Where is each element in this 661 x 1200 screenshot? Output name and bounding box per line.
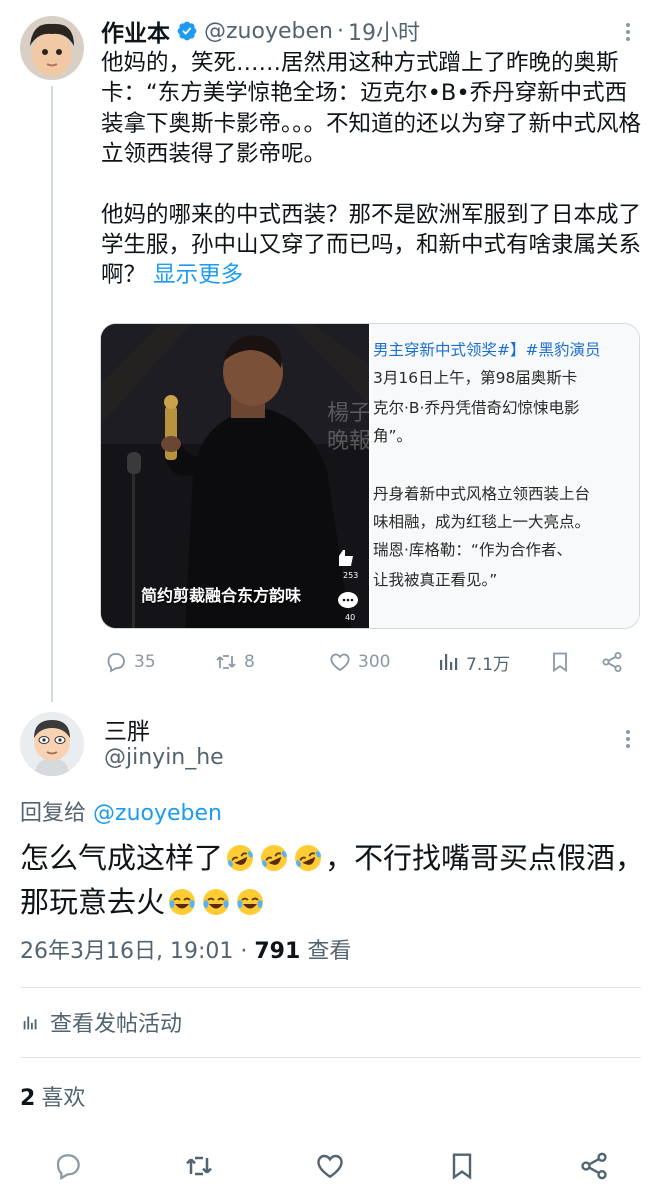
article-line: 男主穿新中式领奖#】#黑豹演员: [373, 341, 601, 359]
view-post-activity-label: 查看发帖活动: [50, 1012, 183, 1037]
photo-caption: 简约剪裁融合东方韵味: [141, 586, 302, 605]
more-icon[interactable]: [618, 727, 638, 751]
replying-to: 回复给 @zuoyeben: [20, 795, 222, 827]
likes-total: 2: [20, 1086, 36, 1111]
face-with-tears-of-joy-icon: [169, 889, 196, 915]
reply-icon: [107, 653, 125, 673]
bookmark-button[interactable]: [548, 648, 572, 676]
view-post-activity-button[interactable]: 查看发帖活动: [20, 1007, 182, 1037]
more-icon[interactable]: [618, 20, 638, 44]
reply-view-count: 791: [254, 939, 301, 964]
parent-text-paragraph-1: 他妈的，笑死……居然用这种方式蹭上了昨晚的奥斯卡：“东方美学惊艳全场：迈克尔•B…: [101, 50, 642, 168]
oscar-photo[interactable]: 楊子 晚報 简约剪裁融合东方韵味 253 40: [101, 324, 369, 628]
analytics-icon: [23, 1016, 37, 1030]
reply-author-avatar[interactable]: [20, 712, 84, 776]
svg-text:楊子: 楊子: [327, 401, 369, 426]
verified-badge-icon: [177, 21, 197, 41]
like-count: 300: [358, 652, 391, 672]
svg-text:晚報: 晚報: [327, 429, 369, 454]
rolling-on-floor-laughing-icon: [295, 845, 322, 871]
views-icon: [440, 654, 458, 670]
repost-icon: [216, 655, 236, 669]
parent-author-name[interactable]: 作业本: [101, 14, 170, 48]
article-line: 让我被真正看见。”: [373, 571, 498, 589]
face-with-tears-of-joy-icon: [203, 889, 230, 915]
thread-connector-line: [51, 86, 53, 702]
video-like-count: 253: [343, 571, 359, 580]
replying-to-label: 回复给: [20, 801, 87, 826]
article-line: 3月16日上午，第98届奥斯卡: [373, 369, 578, 387]
views-button[interactable]: 7.1万: [436, 648, 510, 676]
show-more-link[interactable]: 显示更多: [153, 262, 243, 288]
reply-icon: [56, 1154, 80, 1180]
reply-author-handle[interactable]: @jinyin_he: [104, 745, 224, 770]
likes-label: 喜欢: [41, 1086, 86, 1111]
repost-count: 8: [244, 652, 255, 672]
parent-tweet-header: 作业本 @zuoyeben · 19小时: [101, 14, 420, 48]
repost-icon: [186, 1156, 212, 1176]
bookmark-icon: [553, 652, 567, 673]
repost-button[interactable]: [183, 1150, 215, 1182]
bookmark-button[interactable]: [446, 1150, 478, 1182]
article-line: 克尔·B·乔丹凭借奇幻惊悚电影: [373, 399, 580, 417]
parent-tweet-text: 他妈的，笑死……居然用这种方式蹭上了昨晚的奥斯卡：“东方美学惊艳全场：迈克尔•B…: [101, 48, 647, 291]
divider: [20, 1057, 641, 1058]
reply-timestamp[interactable]: 26年3月16日, 19:01: [20, 939, 233, 964]
reply-count: 35: [134, 652, 156, 672]
reply-author-name[interactable]: 三胖: [104, 712, 150, 746]
reply-text: 怎么气成这样了 ，不行找嘴哥买点假酒，那玩意去火: [20, 836, 645, 924]
bookmark-icon: [452, 1153, 472, 1180]
share-icon: [602, 652, 622, 672]
article-line: 丹身着新中式风格立领西装上台: [373, 485, 591, 503]
header-separator: ·: [336, 18, 344, 44]
views-count: 7.1万: [466, 654, 511, 675]
parent-tweet-time[interactable]: 19小时: [348, 15, 420, 47]
reply-button[interactable]: [52, 1150, 84, 1182]
reply-button[interactable]: 35: [104, 648, 156, 676]
share-icon: [581, 1152, 607, 1180]
replying-to-mention[interactable]: @zuoyeben: [93, 801, 222, 826]
divider: [20, 987, 641, 988]
media-card[interactable]: 楊子 晚報 简约剪裁融合东方韵味 253 40 男主穿新中式领奖#】#黑豹演员 …: [100, 323, 640, 629]
rolling-on-floor-laughing-icon: [227, 845, 254, 871]
news-article-screenshot[interactable]: 男主穿新中式领奖#】#黑豹演员 3月16日上午，第98届奥斯卡 克尔·B·乔丹凭…: [371, 324, 639, 628]
like-icon: [330, 653, 350, 672]
parent-author-avatar[interactable]: [20, 16, 84, 80]
video-comment-count: 40: [345, 613, 356, 622]
reply-meta: 26年3月16日, 19:01 · 791 查看: [20, 933, 351, 965]
like-button[interactable]: 300: [328, 648, 390, 676]
repost-button[interactable]: 8: [214, 648, 255, 676]
reply-text-part-1: 怎么气成这样了: [20, 841, 224, 875]
like-icon: [317, 1154, 343, 1179]
parent-author-handle[interactable]: @zuoyeben: [204, 19, 333, 44]
face-with-tears-of-joy-icon: [237, 889, 264, 915]
rolling-on-floor-laughing-icon: [261, 845, 288, 871]
reply-view-label: 查看: [307, 939, 352, 964]
article-line: 味相融，成为红毯上一大亮点。: [373, 513, 591, 531]
like-button[interactable]: [314, 1150, 346, 1182]
article-line: 瑞恩·库格勒：“作为合作者、: [373, 541, 572, 559]
share-button[interactable]: [578, 1150, 610, 1182]
article-line: 角”。: [373, 427, 413, 445]
share-button[interactable]: [600, 648, 624, 676]
likes-summary[interactable]: 2 喜欢: [20, 1080, 85, 1112]
meta-separator: ·: [240, 939, 248, 964]
parent-text-paragraph-2: 他妈的哪来的中式西装？那不是欧洲军服到了日本成了学生服，孙中山又穿了而已吗，和新…: [101, 200, 647, 291]
